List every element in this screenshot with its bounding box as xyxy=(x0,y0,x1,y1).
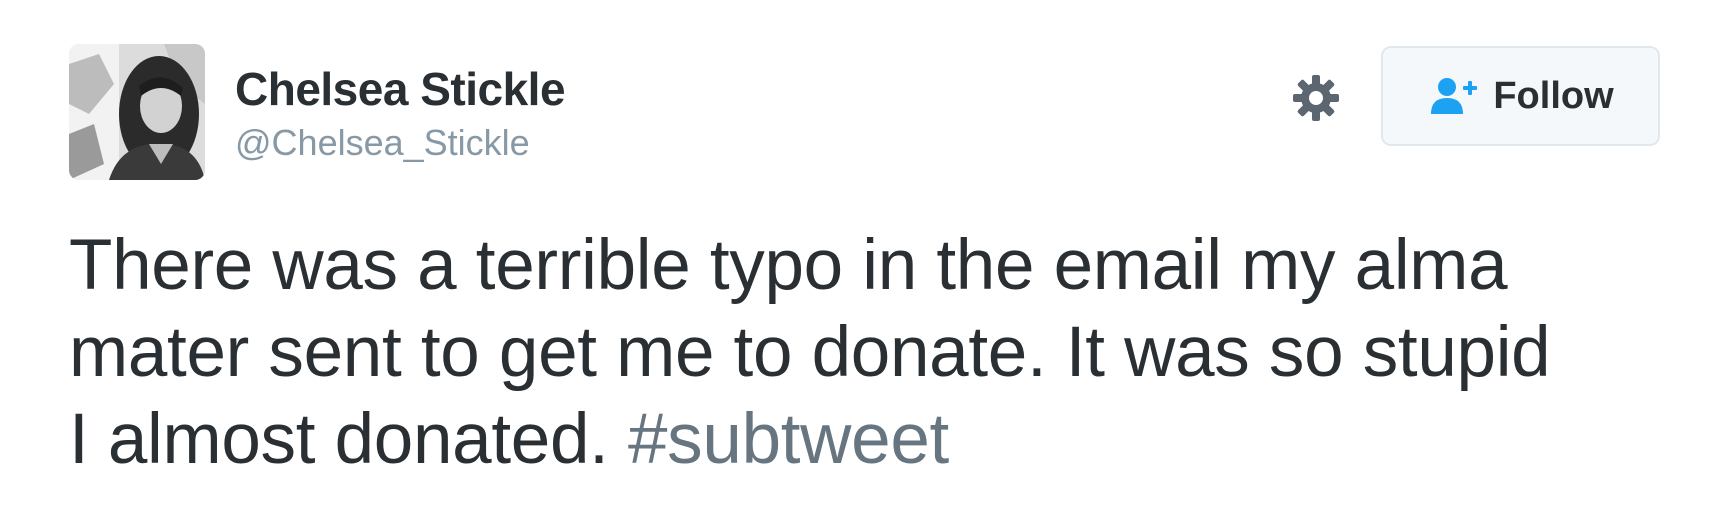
tweet-text-line-3: I almost donated. #subtweet xyxy=(69,396,1679,483)
follow-button[interactable]: Follow xyxy=(1381,46,1660,146)
tweet-text-line-2: mater sent to get me to donate. It was s… xyxy=(69,313,1551,392)
tweet-card: Chelsea Stickle @Chelsea_Stickle Follow xyxy=(0,0,1731,507)
avatar[interactable] xyxy=(69,44,205,180)
hashtag-link[interactable]: #subtweet xyxy=(628,400,949,479)
author-handle[interactable]: @Chelsea_Stickle xyxy=(235,122,530,164)
tweet-text-line-3-plain: I almost donated. xyxy=(69,400,628,479)
author-name[interactable]: Chelsea Stickle xyxy=(235,62,566,116)
tweet-text-line-1: There was a terrible typo in the email m… xyxy=(69,226,1508,305)
tweet-text: There was a terrible typo in the email m… xyxy=(69,222,1679,483)
follow-label: Follow xyxy=(1493,74,1614,117)
gear-icon[interactable] xyxy=(1290,72,1342,124)
avatar-photo xyxy=(69,44,205,180)
add-user-icon xyxy=(1431,78,1478,114)
